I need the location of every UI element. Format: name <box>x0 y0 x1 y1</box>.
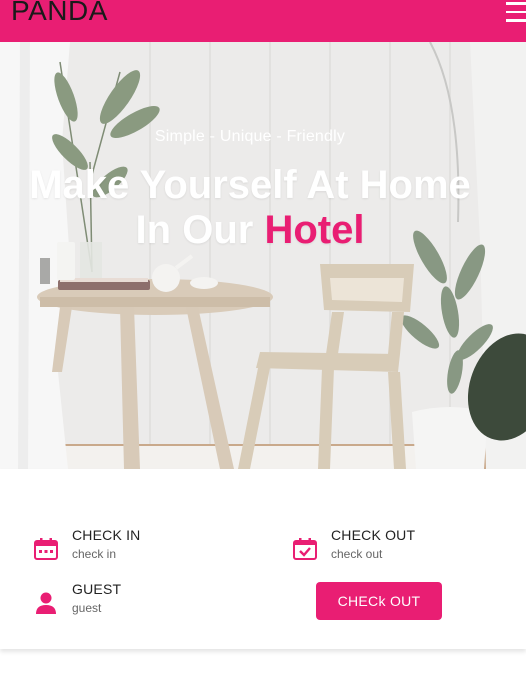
calendar-check-icon <box>293 538 317 560</box>
hero-headline-line2: In Our Hotel <box>0 208 500 252</box>
person-icon <box>36 592 56 614</box>
headline-accent-word: Hotel <box>264 208 365 252</box>
menu-bar <box>506 10 526 13</box>
menu-bar <box>506 2 526 5</box>
brand-logo[interactable]: PANDA <box>11 0 108 30</box>
booking-form: CHECK IN check in CHECK OUT check out GU… <box>0 469 526 649</box>
check-out-value: check out <box>331 547 383 561</box>
hamburger-menu-icon[interactable] <box>506 2 526 24</box>
hero-tagline: Simple - Unique - Friendly <box>154 128 346 145</box>
calendar-icon <box>34 538 58 560</box>
guest-label: GUEST <box>72 581 122 597</box>
guest-value: guest <box>72 601 102 615</box>
check-out-button[interactable]: CHECk OUT <box>316 582 442 620</box>
menu-bar <box>506 19 526 22</box>
top-header: PANDA <box>0 0 526 42</box>
headline-prefix: In Our <box>135 208 265 252</box>
hero-banner: Simple - Unique - Friendly Make Yourself… <box>0 42 526 469</box>
check-in-value: check in <box>72 547 117 561</box>
hero-background-image <box>0 42 526 469</box>
check-out-label: CHECK OUT <box>331 527 416 543</box>
check-in-label: CHECK IN <box>72 527 141 543</box>
hero-headline-line1: Make Yourself At Home <box>29 163 471 207</box>
